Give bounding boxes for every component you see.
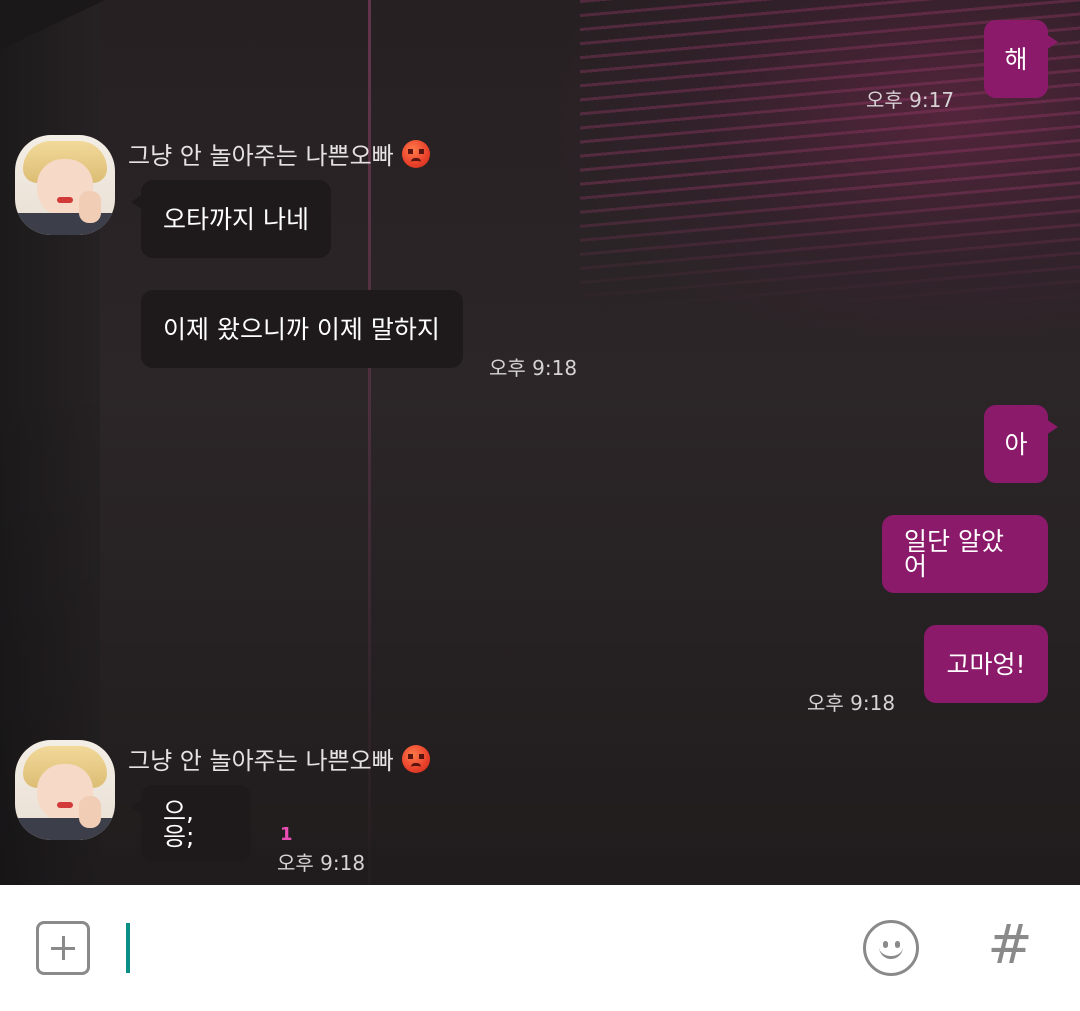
outgoing-message-bubble[interactable]: 고마엉! [924,625,1048,703]
sender-avatar[interactable] [15,135,115,235]
message-time: 오후 9:18 [807,691,896,715]
sender-avatar[interactable] [15,740,115,840]
sender-name: 그냥 안 놀아주는 나쁜오빠 [128,142,394,170]
smiley-mouth [879,945,903,959]
message-input-bar: # [0,885,1080,1011]
incoming-message-bubble[interactable]: 오타까지 나네 [131,180,331,258]
message-time: 오후 9:17 [866,88,955,112]
unread-count: 1 [280,824,293,845]
outgoing-message-bubble[interactable]: 아 [984,405,1058,483]
message-text: 으, 응; [163,797,195,851]
sender-name-row: 그냥 안 놀아주는 나쁜오빠 [128,136,430,171]
angry-face-emoji-icon [401,139,430,168]
message-time: 오후 9:18 [489,356,578,380]
message-input[interactable] [140,921,824,977]
message-text: 이제 왔으니까 이제 말하지 [163,314,440,344]
incoming-message-bubble[interactable]: 이제 왔으니까 이제 말하지 [141,290,463,368]
incoming-message-bubble[interactable]: 으, 응; [131,785,251,863]
avatar-lips [57,197,73,203]
outgoing-message-bubble[interactable]: 해 [984,20,1058,98]
smiley-icon[interactable] [863,920,919,976]
outgoing-message-bubble[interactable]: 일단 알았어 [882,515,1048,593]
message-time: 오후 9:18 [277,851,366,875]
message-text: 오타까지 나네 [163,204,309,234]
hash-icon[interactable]: # [985,915,1035,975]
message-text: 해 [1004,44,1028,74]
angry-face-emoji-icon [401,744,430,773]
sender-name: 그냥 안 놀아주는 나쁜오빠 [128,747,394,775]
message-text: 아 [1004,429,1028,459]
avatar-lips [57,802,73,808]
avatar-hand [79,191,101,223]
message-text: 고마엉! [946,649,1026,679]
message-text: 일단 알았어 [904,527,1004,581]
chat-messages[interactable]: 해 오후 9:17 그냥 안 놀아주는 나쁜오빠 오타까지 나네 이제 왔으니까… [0,0,1080,885]
sender-name-row: 그냥 안 놀아주는 나쁜오빠 [128,741,430,776]
avatar-hand [79,796,101,828]
text-caret [126,923,130,973]
plus-square-icon[interactable] [36,921,90,975]
